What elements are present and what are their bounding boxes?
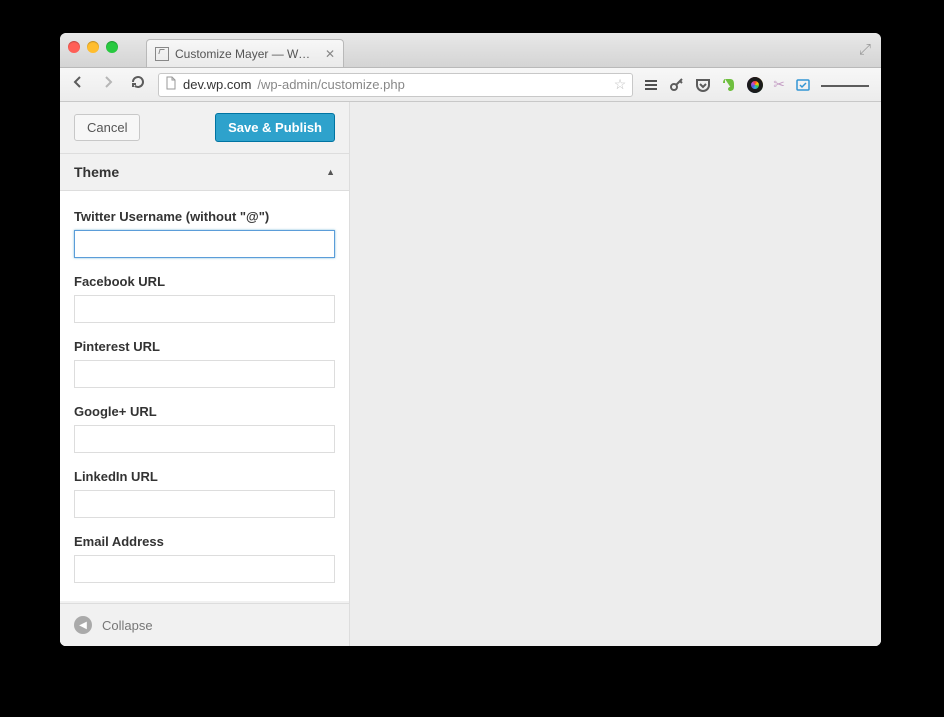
customizer-sidebar: Cancel Save & Publish Theme ▲ Twitter Us… — [60, 102, 350, 646]
minimize-window-button[interactable] — [87, 41, 99, 53]
twitter-username-input[interactable] — [74, 230, 335, 258]
close-window-button[interactable] — [68, 41, 80, 53]
page-icon — [165, 76, 177, 93]
zoom-window-button[interactable] — [106, 41, 118, 53]
browser-toolbar: dev.wp.com/wp-admin/customize.php ☆ ✂ — [60, 68, 881, 102]
customizer-actions: Cancel Save & Publish — [60, 102, 349, 154]
linkedin-url-input[interactable] — [74, 490, 335, 518]
content-area: Cancel Save & Publish Theme ▲ Twitter Us… — [60, 102, 881, 646]
page-favicon-icon — [155, 47, 169, 61]
browser-window: Customize Mayer — WordP ✕ ⤢ dev.wp.com/w… — [60, 33, 881, 646]
close-tab-icon[interactable]: ✕ — [325, 47, 335, 61]
bookmark-star-icon[interactable]: ☆ — [614, 76, 627, 93]
section-title: Theme — [74, 164, 119, 180]
field-label: Email Address — [74, 534, 335, 549]
collapse-arrow-icon: ◀ — [74, 616, 92, 634]
facebook-url-input[interactable] — [74, 295, 335, 323]
reload-button[interactable] — [128, 74, 148, 95]
field-googleplus: Google+ URL — [74, 404, 335, 453]
fullscreen-icon[interactable]: ⤢ — [859, 41, 871, 58]
buffer-extension-icon[interactable] — [643, 77, 659, 93]
window-titlebar: Customize Mayer — WordP ✕ ⤢ — [60, 33, 881, 68]
field-label: Facebook URL — [74, 274, 335, 289]
scissors-extension-icon[interactable]: ✂ — [773, 76, 785, 93]
theme-panel: Twitter Username (without "@") Facebook … — [60, 191, 349, 601]
field-linkedin: LinkedIn URL — [74, 469, 335, 518]
field-twitter: Twitter Username (without "@") — [74, 209, 335, 258]
field-label: Pinterest URL — [74, 339, 335, 354]
url-path: /wp-admin/customize.php — [257, 77, 404, 92]
tab-title: Customize Mayer — WordP — [175, 47, 315, 61]
onetab-extension-icon[interactable] — [795, 77, 811, 93]
pocket-extension-icon[interactable] — [695, 77, 711, 93]
pinterest-url-input[interactable] — [74, 360, 335, 388]
theme-preview-pane — [350, 102, 881, 646]
field-pinterest: Pinterest URL — [74, 339, 335, 388]
evernote-extension-icon[interactable] — [721, 77, 737, 93]
back-button[interactable] — [68, 74, 88, 95]
collapse-sidebar-button[interactable]: ◀ Collapse — [60, 603, 349, 646]
chrome-menu-icon[interactable] — [821, 76, 869, 94]
field-facebook: Facebook URL — [74, 274, 335, 323]
field-email: Email Address — [74, 534, 335, 583]
cancel-button[interactable]: Cancel — [74, 114, 140, 141]
field-label: Twitter Username (without "@") — [74, 209, 335, 224]
email-address-input[interactable] — [74, 555, 335, 583]
url-host: dev.wp.com — [183, 77, 251, 92]
field-label: Google+ URL — [74, 404, 335, 419]
traffic-lights — [68, 41, 118, 53]
field-label: LinkedIn URL — [74, 469, 335, 484]
extension-icons: ✂ — [643, 76, 873, 94]
address-bar[interactable]: dev.wp.com/wp-admin/customize.php ☆ — [158, 73, 633, 97]
save-publish-button[interactable]: Save & Publish — [215, 113, 335, 142]
collapse-label: Collapse — [102, 618, 153, 633]
forward-button[interactable] — [98, 74, 118, 95]
key-extension-icon[interactable] — [669, 77, 685, 93]
theme-section-toggle[interactable]: Theme ▲ — [60, 154, 349, 191]
browser-tab[interactable]: Customize Mayer — WordP ✕ — [146, 39, 344, 67]
colorpicker-extension-icon[interactable] — [747, 77, 763, 93]
googleplus-url-input[interactable] — [74, 425, 335, 453]
collapse-triangle-icon: ▲ — [326, 167, 335, 177]
